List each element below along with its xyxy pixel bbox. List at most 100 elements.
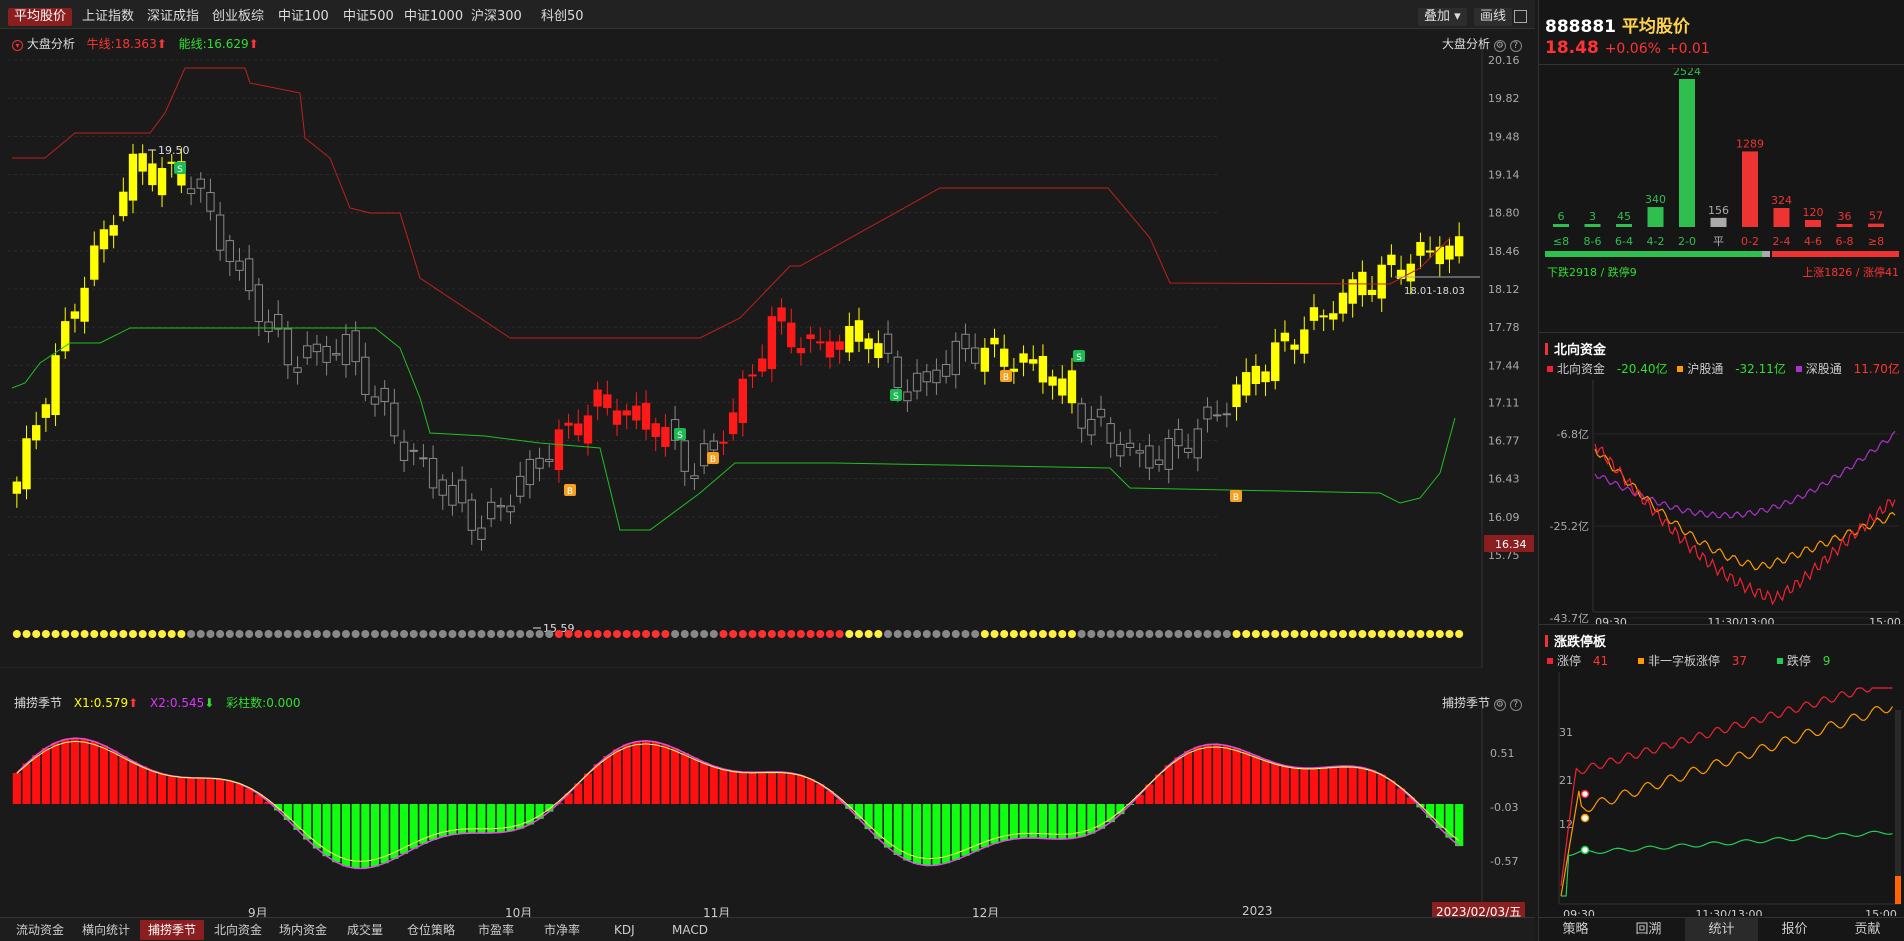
candle — [738, 378, 748, 424]
signal-dot — [283, 630, 292, 638]
indicator-bar — [1280, 765, 1289, 804]
candle — [186, 188, 196, 195]
signal-dot — [758, 630, 767, 638]
distribution-bar — [1647, 207, 1664, 227]
candle — [496, 505, 506, 508]
signal-dot — [971, 630, 980, 638]
signal-dot — [1397, 630, 1406, 638]
indicator-bar — [1193, 746, 1202, 804]
tab-szse[interactable]: 深证成指 — [141, 8, 205, 26]
indicator-bar — [767, 771, 776, 804]
layout-icon[interactable] — [1514, 10, 1527, 23]
signal-dot — [1309, 630, 1318, 638]
signal-dot — [90, 630, 99, 638]
distribution-bar — [1742, 151, 1758, 227]
indicator-bar — [796, 775, 805, 804]
tab-volume[interactable]: 成交量 — [339, 920, 391, 940]
signal-dot — [1290, 630, 1299, 638]
signal-dot — [119, 630, 128, 638]
candle — [1116, 443, 1125, 457]
indicator-bar — [922, 804, 931, 866]
tab-horizontal[interactable]: 横向统计 — [74, 920, 138, 940]
tab-fishing-season[interactable]: 捕捞季节 — [140, 920, 205, 940]
right-tab-strategy[interactable]: 策略 — [1539, 917, 1612, 941]
right-tab-quote[interactable]: 报价 — [1758, 917, 1831, 941]
tab-liquidity[interactable]: 流动资金 — [8, 920, 72, 940]
candle — [332, 353, 341, 356]
candle — [206, 192, 215, 212]
signal-dot — [835, 630, 844, 638]
signal-letter: B — [1233, 493, 1239, 503]
signal-dot — [380, 630, 389, 638]
tab-star50[interactable]: 科创50 — [535, 8, 590, 26]
candle — [1058, 378, 1067, 396]
candle — [254, 284, 264, 322]
candle — [893, 356, 902, 389]
signal-dot — [496, 630, 505, 638]
candle — [1425, 250, 1435, 253]
tab-csi100[interactable]: 中证100 — [272, 8, 335, 26]
indicator-bar — [680, 752, 689, 804]
indicator-bar — [1455, 804, 1464, 847]
candle — [1154, 459, 1164, 466]
candle — [1445, 245, 1454, 260]
candle — [1348, 279, 1357, 304]
tab-csi300[interactable]: 沪深300 — [465, 8, 528, 26]
tab-chinext[interactable]: 创业板综 — [206, 8, 270, 26]
tab-kdj[interactable]: KDJ — [606, 920, 643, 940]
signal-dot — [80, 630, 89, 638]
candle — [990, 337, 999, 345]
signal-dot — [1116, 630, 1125, 638]
signal-dot — [61, 630, 70, 638]
candle — [970, 347, 980, 364]
tab-sse[interactable]: 上证指数 — [76, 8, 140, 26]
candle — [651, 423, 660, 437]
signal-dot — [400, 630, 409, 638]
indicator-bar — [787, 773, 796, 804]
signal-dot — [1339, 630, 1347, 638]
indicator-bar — [235, 783, 244, 804]
indicator-bar — [700, 762, 709, 804]
tab-pe[interactable]: 市盈率 — [470, 920, 522, 940]
candle — [128, 153, 138, 201]
indicator-bar — [1329, 766, 1338, 804]
tab-average-price[interactable]: 平均股价 — [8, 8, 73, 26]
limit-tick: 21 — [1559, 774, 1573, 787]
candle — [883, 333, 893, 354]
candle — [806, 334, 815, 339]
indicator-bar — [932, 804, 941, 866]
overlay-button[interactable]: 叠加 ▾ — [1418, 8, 1467, 26]
right-tab-contribution[interactable]: 贡献 — [1831, 917, 1904, 941]
tab-onfloor[interactable]: 场内资金 — [271, 920, 335, 940]
candle — [719, 441, 728, 444]
candle — [322, 345, 331, 363]
tab-pb[interactable]: 市净率 — [536, 920, 588, 940]
right-tab-stats[interactable]: 统计 — [1685, 917, 1758, 941]
candle — [535, 457, 544, 469]
candle — [477, 527, 486, 540]
signal-dot — [796, 630, 805, 638]
tab-csi1000[interactable]: 中证1000 — [398, 8, 469, 26]
candlestick-chart: 20.16 19.82 19.48 19.14 18.80 18.46 18.12 17.78… — [0, 48, 1534, 668]
distribution-bin: 2-0 — [1678, 235, 1696, 248]
tab-csi500[interactable]: 中证500 — [337, 8, 400, 26]
signal-dot — [293, 630, 302, 638]
signal-dot — [1000, 630, 1009, 638]
distribution-bin: 6-4 — [1615, 235, 1633, 248]
right-tab-backtrack[interactable]: 回溯 — [1612, 917, 1685, 941]
indicator-bar — [1174, 757, 1183, 804]
signal-dot — [671, 630, 680, 638]
tab-northbound[interactable]: 北向资金 — [206, 920, 270, 940]
indicator-bar — [1271, 762, 1280, 804]
indicator-bar — [138, 766, 147, 804]
candle — [22, 438, 31, 490]
tab-position[interactable]: 仓位策略 — [399, 920, 463, 940]
signal-letter: S — [677, 431, 683, 441]
tab-macd[interactable]: MACD — [664, 920, 716, 940]
indicator-bar — [187, 777, 196, 804]
signal-dot — [564, 630, 573, 638]
distribution-bar — [1710, 217, 1727, 227]
candle — [1183, 447, 1193, 453]
candle — [196, 178, 205, 189]
draw-line-button[interactable]: 画线 — [1474, 8, 1513, 26]
